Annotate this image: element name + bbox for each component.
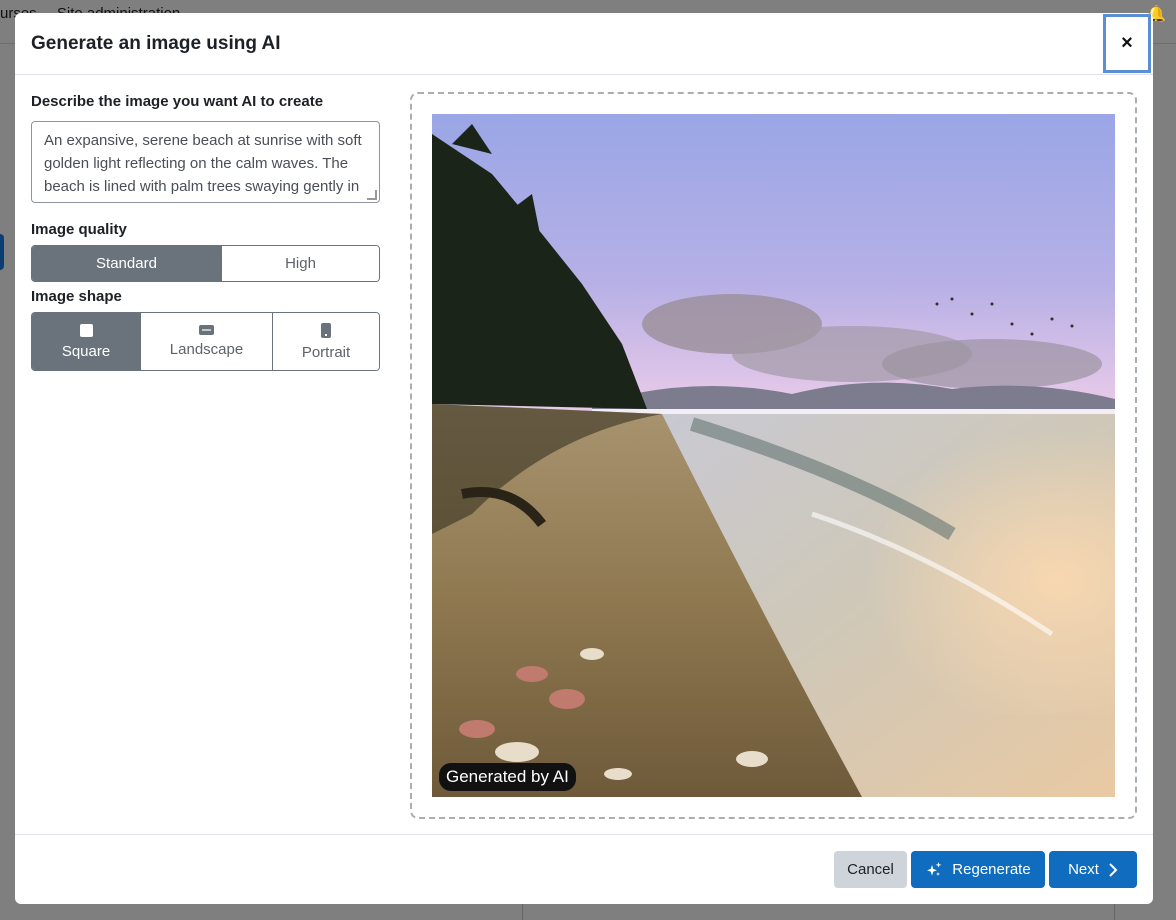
- prompt-textarea[interactable]: An expansive, serene beach at sunrise wi…: [31, 121, 380, 203]
- chevron-right-icon: [1109, 862, 1118, 877]
- shape-square-button[interactable]: Square: [32, 313, 140, 370]
- landscape-icon: [199, 325, 214, 335]
- square-icon: [79, 323, 93, 337]
- portrait-icon: [321, 322, 331, 338]
- image-preview-area: Generated by AI: [410, 92, 1137, 819]
- regenerate-button[interactable]: Regenerate: [911, 851, 1045, 888]
- cancel-label: Cancel: [847, 861, 894, 878]
- modal-header: Generate an image using AI ×: [15, 13, 1153, 75]
- prompt-label: Describe the image you want AI to create: [31, 93, 324, 110]
- shape-label: Image shape: [31, 288, 122, 305]
- shape-landscape-button[interactable]: Landscape: [140, 313, 272, 370]
- generated-image: Generated by AI: [432, 114, 1115, 797]
- close-button[interactable]: ×: [1103, 14, 1151, 73]
- sparkle-icon: [927, 861, 942, 876]
- generated-by-ai-badge: Generated by AI: [439, 763, 576, 791]
- shape-portrait-button[interactable]: Portrait: [272, 313, 379, 370]
- quality-high-button[interactable]: High: [221, 246, 379, 281]
- ai-image-modal: Generate an image using AI × Describe th…: [15, 13, 1153, 904]
- next-button[interactable]: Next: [1049, 851, 1137, 888]
- shape-portrait-label: Portrait: [301, 343, 351, 361]
- shape-toggle-group: Square Landscape Portrait: [31, 312, 380, 371]
- prompt-text: An expansive, serene beach at sunrise wi…: [44, 132, 362, 202]
- modal-footer: Cancel Regenerate Next: [15, 834, 1153, 904]
- background-drawer-toggle: [0, 234, 4, 270]
- regenerate-label: Regenerate: [952, 861, 1031, 878]
- resize-handle-icon[interactable]: [367, 190, 377, 200]
- quality-toggle-group: Standard High: [31, 245, 380, 282]
- background-divider: [522, 904, 523, 920]
- shape-square-label: Square: [61, 342, 111, 360]
- modal-title: Generate an image using AI: [31, 32, 281, 54]
- background-divider: [1114, 904, 1115, 920]
- next-label: Next: [1068, 861, 1099, 878]
- cancel-button[interactable]: Cancel: [834, 851, 907, 888]
- shape-landscape-label: Landscape: [169, 341, 244, 358]
- quality-label: Image quality: [31, 221, 127, 238]
- close-icon: ×: [1121, 32, 1133, 54]
- quality-standard-button[interactable]: Standard: [32, 246, 221, 281]
- modal-body: Describe the image you want AI to create…: [15, 75, 1153, 834]
